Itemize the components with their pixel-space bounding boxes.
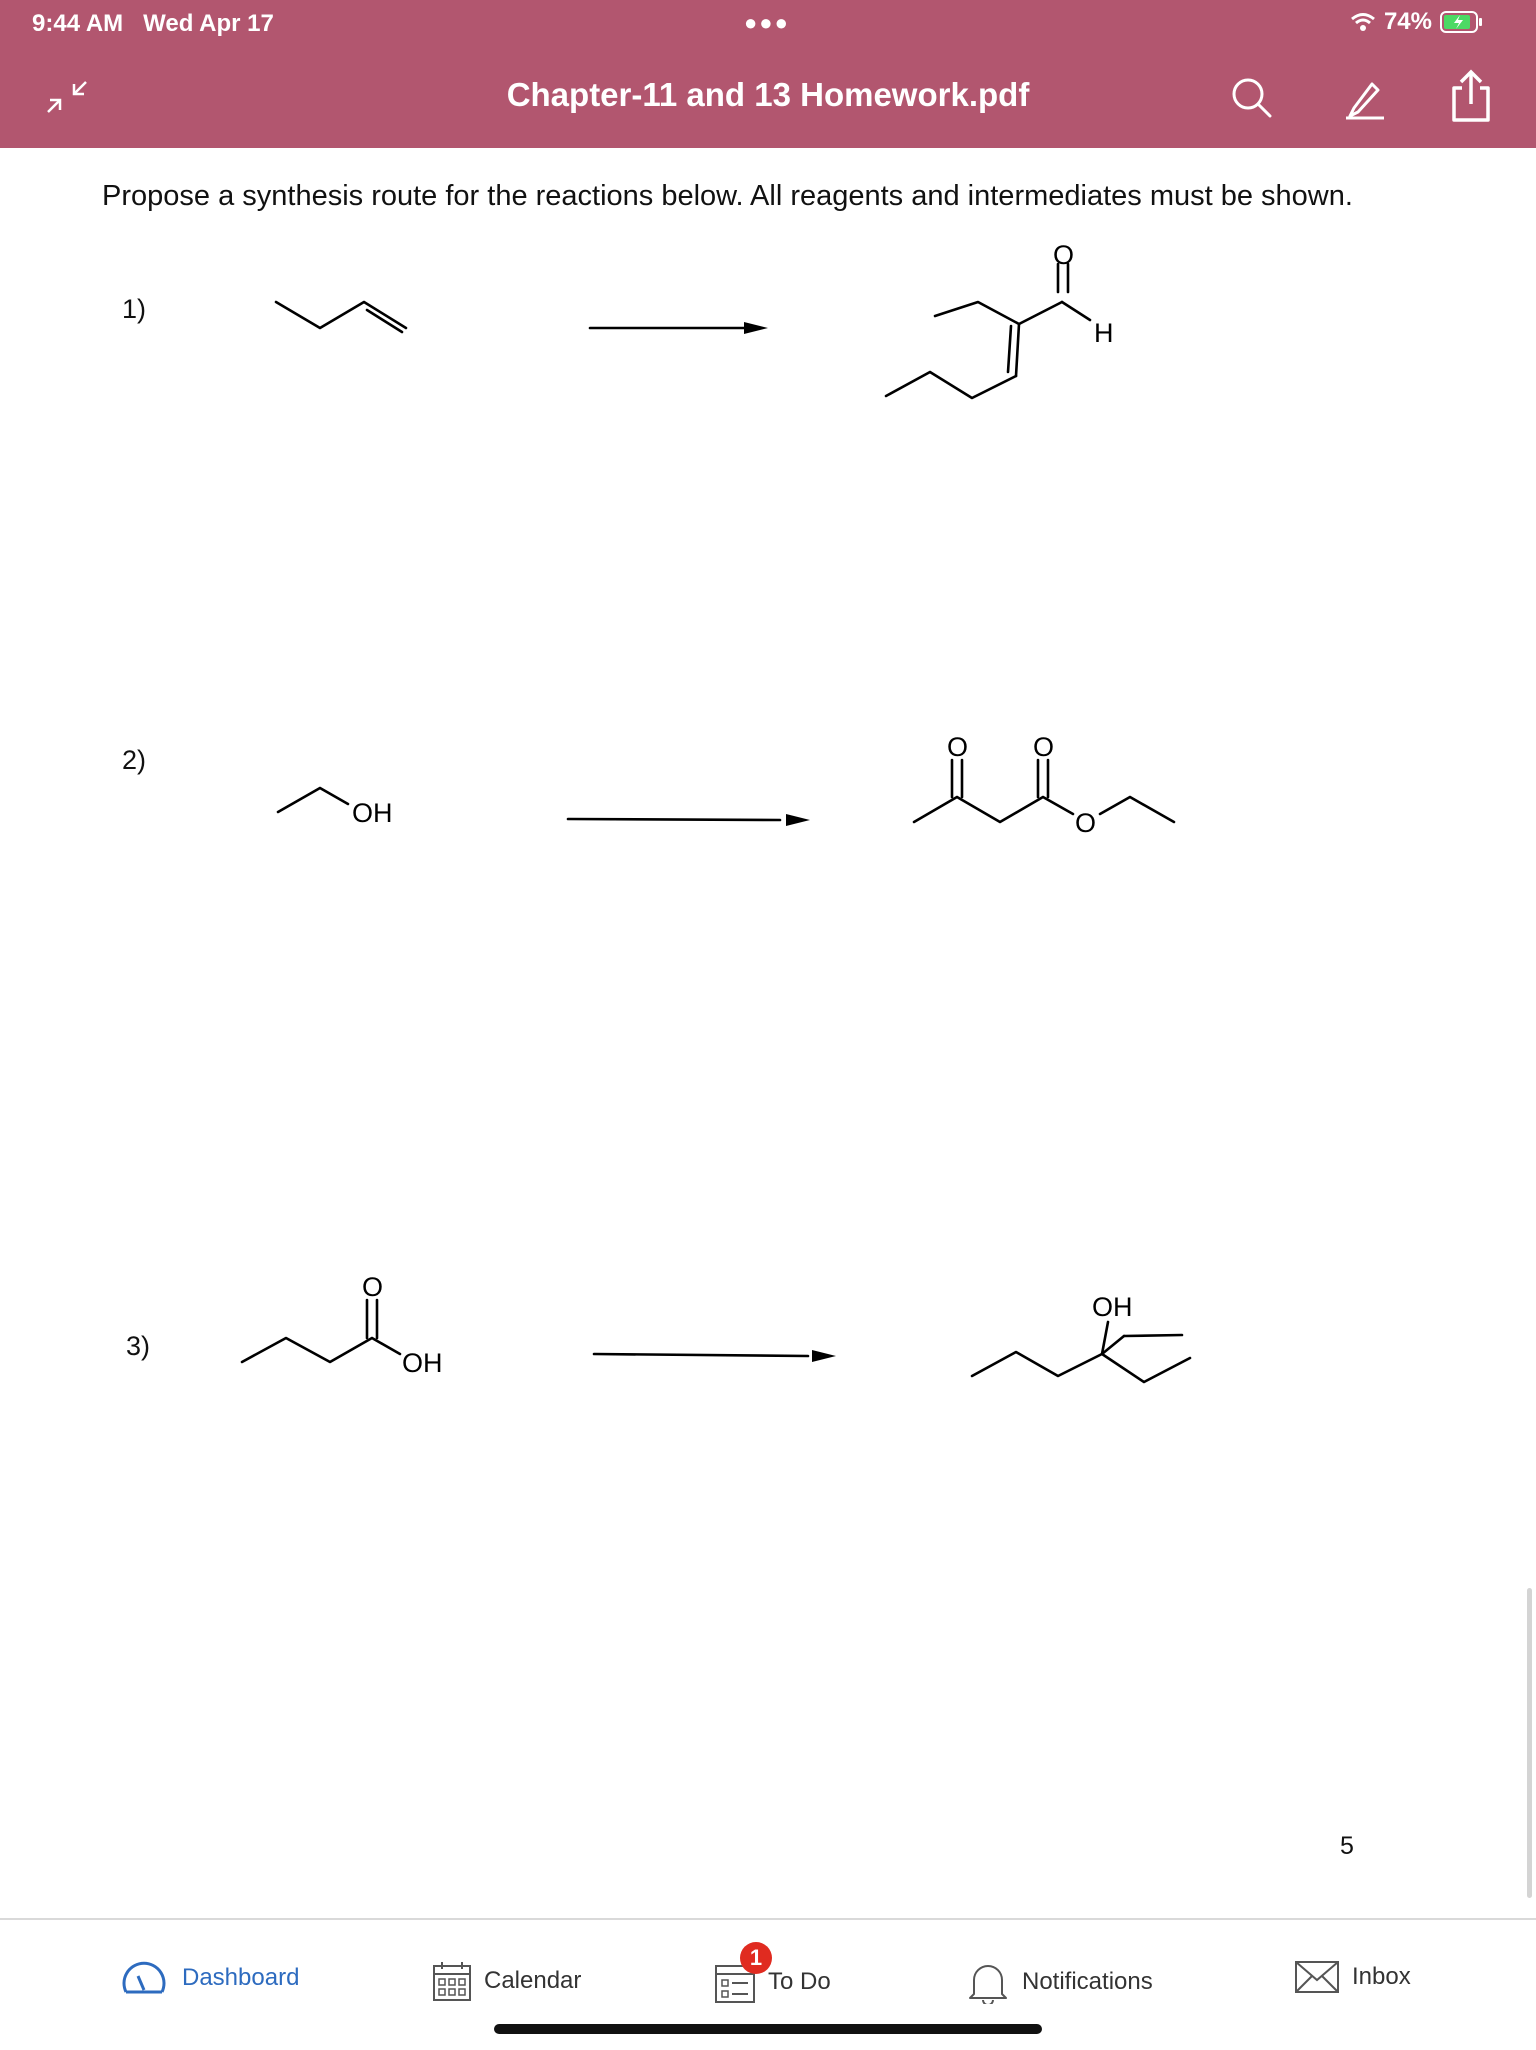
tab-label: Notifications: [1022, 1968, 1153, 1995]
atom-label: O: [1053, 240, 1074, 270]
reaction-arrow-2: [566, 817, 782, 822]
todo-badge: 1: [740, 1942, 772, 1974]
scroll-indicator[interactable]: [1527, 1588, 1532, 1898]
tab-dashboard[interactable]: Dashboard: [118, 1960, 299, 1996]
tab-label: To Do: [768, 1968, 831, 1995]
bottom-tab-bar: Dashboard Calendar 1 To Do Notifications…: [0, 1918, 1536, 2050]
atom-label: H: [1094, 318, 1114, 348]
product-1-structure: [884, 262, 1092, 400]
tab-todo[interactable]: 1 To Do: [714, 1942, 831, 2004]
reactant-3-structure: [240, 1298, 402, 1364]
atom-label: OH: [1092, 1292, 1133, 1322]
atom-label: O: [1075, 808, 1096, 838]
atom-label: OH: [352, 798, 393, 828]
tab-label: Inbox: [1352, 1963, 1411, 1990]
product-2-structure: [912, 758, 1176, 824]
tab-label: Dashboard: [182, 1964, 300, 1991]
atom-label: O: [362, 1272, 383, 1302]
reaction-arrow-3: [592, 1352, 810, 1358]
dashboard-icon: [122, 1961, 166, 1994]
todo-icon-wrap: 1: [714, 1942, 772, 2004]
home-indicator[interactable]: [494, 2024, 1042, 2034]
reactant-2-structure: [276, 786, 350, 814]
tab-label: Calendar: [484, 1967, 582, 1994]
inbox-icon: [1295, 1961, 1339, 1993]
tab-calendar[interactable]: Calendar: [432, 1960, 581, 2002]
calendar-icon: [433, 1962, 471, 2001]
page-number: 5: [1340, 1832, 1354, 1860]
atom-label: O: [947, 732, 968, 762]
atom-label: O: [1033, 732, 1054, 762]
product-3-structure: [970, 1320, 1192, 1384]
tab-notifications[interactable]: Notifications: [966, 1960, 1153, 2004]
reaction-schemes: O H OH O O O O OH OH: [240, 240, 1192, 1384]
tab-inbox[interactable]: Inbox: [1294, 1960, 1411, 1994]
bell-icon: [969, 1965, 1007, 2004]
reactant-1-structure: [274, 300, 408, 334]
atom-label: OH: [402, 1348, 443, 1378]
